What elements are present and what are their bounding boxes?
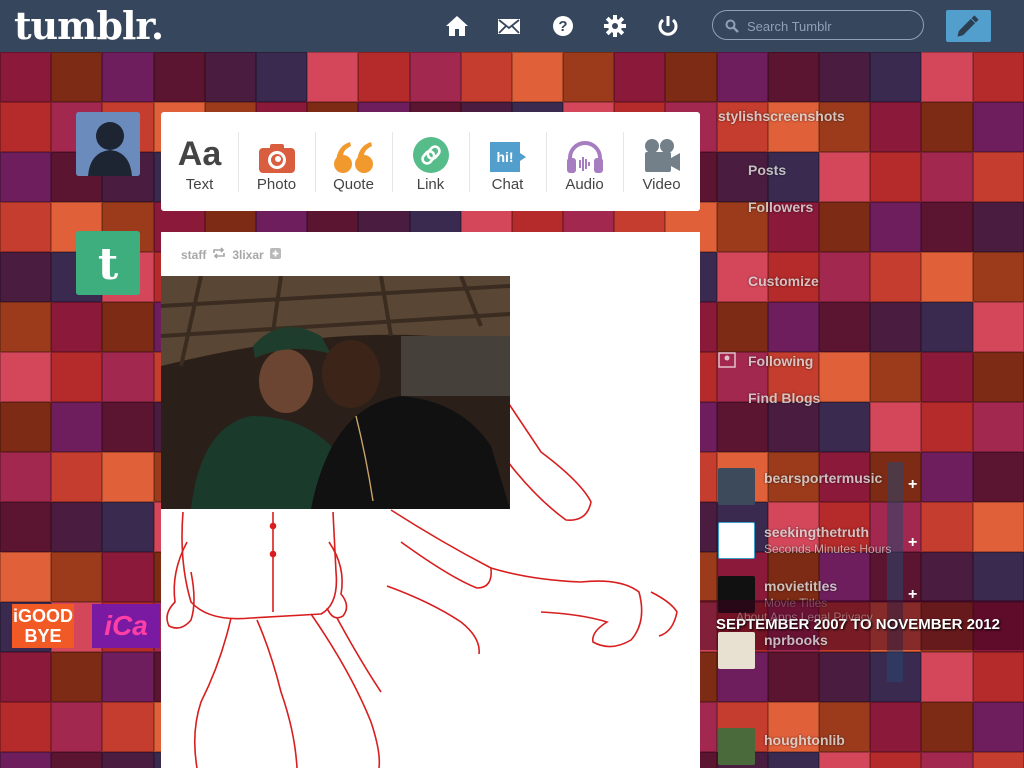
post-type-label: Link (416, 176, 445, 193)
svg-text:?: ? (558, 18, 567, 35)
video-camera-icon (623, 112, 700, 174)
search-box[interactable] (712, 10, 924, 40)
user-avatar[interactable] (76, 112, 140, 176)
quote-icon (315, 112, 392, 174)
reblogged-from-link[interactable]: 3lixar (232, 248, 263, 262)
post-type-quote[interactable]: Quote (315, 112, 392, 211)
headphones-icon (546, 112, 623, 174)
post-type-bar: Aa Text Photo Quote Link hi! Chat Audio (161, 112, 700, 211)
recommended-avatar-seekingthetruth[interactable] (718, 522, 755, 559)
post-type-label: Video (642, 176, 681, 193)
chat-bubble-icon: hi! (469, 112, 546, 174)
recommended-blog-name[interactable]: movietitles (764, 578, 837, 594)
goodbye-badge: iGOOD BYE (12, 604, 74, 648)
post-photo[interactable] (161, 276, 510, 509)
tumblr-logo[interactable]: tumblr. (14, 4, 164, 48)
settings-icon[interactable] (603, 14, 629, 40)
search-icon (725, 19, 739, 38)
link-icon (392, 112, 469, 174)
sidebar-link-following[interactable]: Following (748, 353, 813, 369)
top-navigation-bar: tumblr. ? (0, 0, 1024, 52)
follow-plus-icon[interactable]: + (908, 534, 917, 552)
follow-plus-icon[interactable] (269, 247, 281, 262)
post-type-label: Photo (256, 176, 297, 193)
recommended-avatar-houghtonlib[interactable] (718, 728, 755, 765)
sidebar-link-customize[interactable]: Customize (748, 273, 819, 289)
post-type-audio[interactable]: Audio (546, 112, 623, 211)
recommended-blog-subtitle: Seconds Minutes Hours (764, 542, 892, 556)
recommended-avatar-bearsportermusic[interactable] (718, 468, 755, 505)
post-type-label: Chat (491, 176, 524, 193)
post-author-link[interactable]: staff (181, 248, 206, 262)
sidebar-account-name[interactable]: stylishscreenshots (718, 108, 845, 124)
following-icon (718, 352, 736, 373)
compose-button[interactable] (946, 10, 991, 42)
post-type-chat[interactable]: hi! Chat (469, 112, 546, 211)
footer-links[interactable]: About Apps Legal Privacy (736, 610, 873, 624)
svg-text:hi!: hi! (496, 149, 513, 165)
sidebar-link-followers[interactable]: Followers (748, 199, 813, 215)
recommended-blog-name[interactable]: seekingthetruth (764, 524, 869, 540)
search-input[interactable] (745, 16, 919, 36)
post-type-photo[interactable]: Photo (238, 112, 315, 211)
text-aa-icon: Aa (177, 135, 222, 173)
post-card: staff 3lixar (161, 232, 700, 768)
recommended-blog-name[interactable]: houghtonlib (764, 732, 845, 748)
post-header: staff 3lixar (181, 247, 281, 262)
svg-text:t: t (98, 239, 119, 290)
icarly-badge: iCa (92, 604, 160, 648)
post-type-label: Audio (565, 176, 604, 193)
camera-icon (238, 112, 315, 174)
right-sidebar: stylishscreenshots Posts Followers Custo… (700, 52, 1024, 768)
help-icon[interactable]: ? (551, 14, 577, 40)
follow-plus-icon[interactable]: + (908, 476, 917, 494)
post-type-text[interactable]: Aa Text (161, 112, 238, 211)
power-icon[interactable] (656, 14, 682, 40)
mail-icon[interactable] (497, 14, 523, 40)
sidebar-link-posts[interactable]: Posts (748, 162, 786, 178)
post-type-video[interactable]: Video (623, 112, 700, 211)
recommended-blog-name[interactable]: bearsportermusic (764, 470, 882, 486)
post-type-label: Quote (333, 176, 374, 193)
post-type-link[interactable]: Link (392, 112, 469, 211)
pencil-icon (957, 15, 979, 37)
recommended-avatar-nprbooks[interactable] (718, 632, 755, 669)
home-icon[interactable] (445, 14, 471, 40)
blog-avatar[interactable]: t (76, 231, 140, 295)
recommended-blog-name[interactable]: nprbooks (764, 632, 828, 648)
sidebar-link-find-blogs[interactable]: Find Blogs (748, 390, 820, 406)
reblog-icon (212, 247, 226, 262)
post-type-label: Text (185, 176, 214, 193)
